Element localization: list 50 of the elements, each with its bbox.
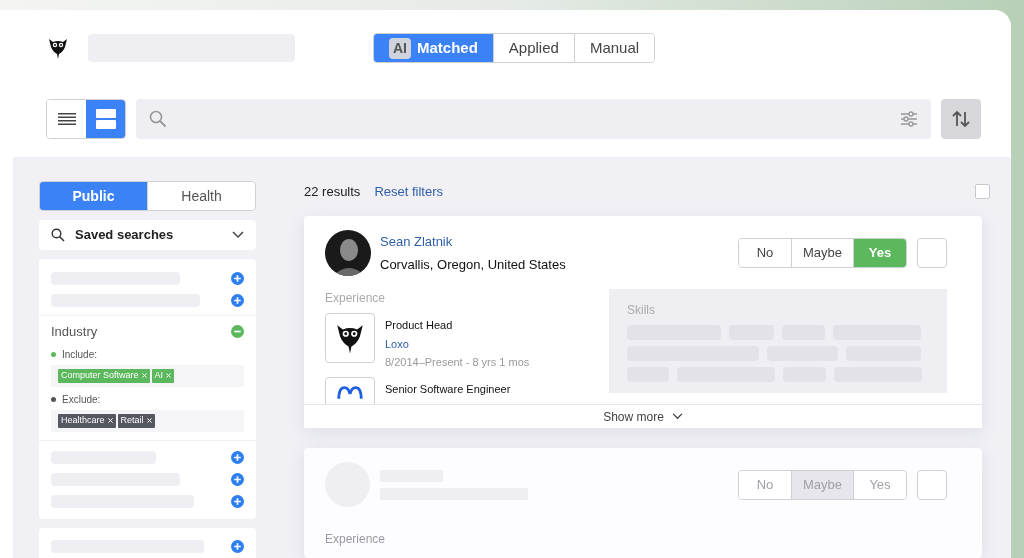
owl-logo-icon (46, 36, 70, 60)
filter-tag[interactable]: Healthcare (58, 413, 116, 428)
section-heading: Experience (325, 531, 387, 548)
filter-label: Include: (62, 347, 98, 362)
reset-filters-link[interactable]: Reset filters (374, 181, 443, 202)
select-all-checkbox[interactable] (975, 184, 990, 199)
loop-icon (334, 385, 366, 400)
candidate-checkbox[interactable] (917, 469, 947, 500)
mode-tab[interactable]: AI Matched (374, 34, 493, 62)
remove-icon[interactable] (146, 418, 152, 423)
sort-button[interactable] (941, 99, 981, 139)
section-heading: Experience (325, 290, 387, 307)
chevron-down-icon (671, 413, 683, 420)
filter-tag[interactable]: Retail (117, 413, 155, 428)
source-tab[interactable]: Health (147, 182, 255, 210)
chevron-down-icon (232, 231, 244, 239)
avatar (325, 230, 371, 276)
filter-label: Exclude: (62, 392, 101, 407)
add-icon[interactable] (231, 540, 244, 553)
add-icon[interactable] (231, 451, 244, 464)
add-icon[interactable] (231, 473, 244, 486)
cards-icon (95, 109, 116, 129)
card-view-button[interactable] (86, 100, 125, 138)
job-title: Senior Software Engineer (385, 381, 511, 397)
add-icon[interactable] (231, 293, 244, 307)
candidate-checkbox[interactable] (917, 238, 947, 268)
company-link[interactable]: Loxo (385, 335, 530, 352)
filter-title: Industry (51, 323, 98, 341)
results-count: 22 results (304, 182, 361, 201)
saved-searches-dropdown[interactable]: Saved searches (39, 220, 256, 250)
add-icon[interactable] (231, 495, 244, 508)
search-icon (51, 228, 65, 242)
job-dates: 8/2014–Present - 8 yrs 1 mos (385, 355, 530, 370)
add-icon[interactable] (231, 271, 244, 285)
ai-badge: AI (389, 37, 411, 59)
job-title: Product Head (385, 318, 454, 333)
candidate-name-link[interactable]: Sean Zlatnik (380, 232, 566, 252)
search-field[interactable] (136, 99, 931, 139)
collapse-toggle-icon[interactable] (231, 325, 244, 339)
source-tab[interactable]: Public (40, 182, 147, 210)
sort-arrows-icon (951, 110, 971, 128)
section-heading: Skills (627, 302, 656, 319)
tag-field[interactable]: Healthcare Retail (51, 409, 244, 432)
search-icon (149, 110, 167, 128)
mode-tab[interactable]: Manual (573, 34, 655, 62)
filter-sliders-icon[interactable] (900, 111, 918, 127)
list-icon (57, 113, 76, 125)
remove-icon[interactable] (107, 418, 113, 423)
candidate-location: Corvallis, Oregon, United States (380, 255, 566, 274)
show-more-button[interactable]: Show more (304, 404, 982, 428)
